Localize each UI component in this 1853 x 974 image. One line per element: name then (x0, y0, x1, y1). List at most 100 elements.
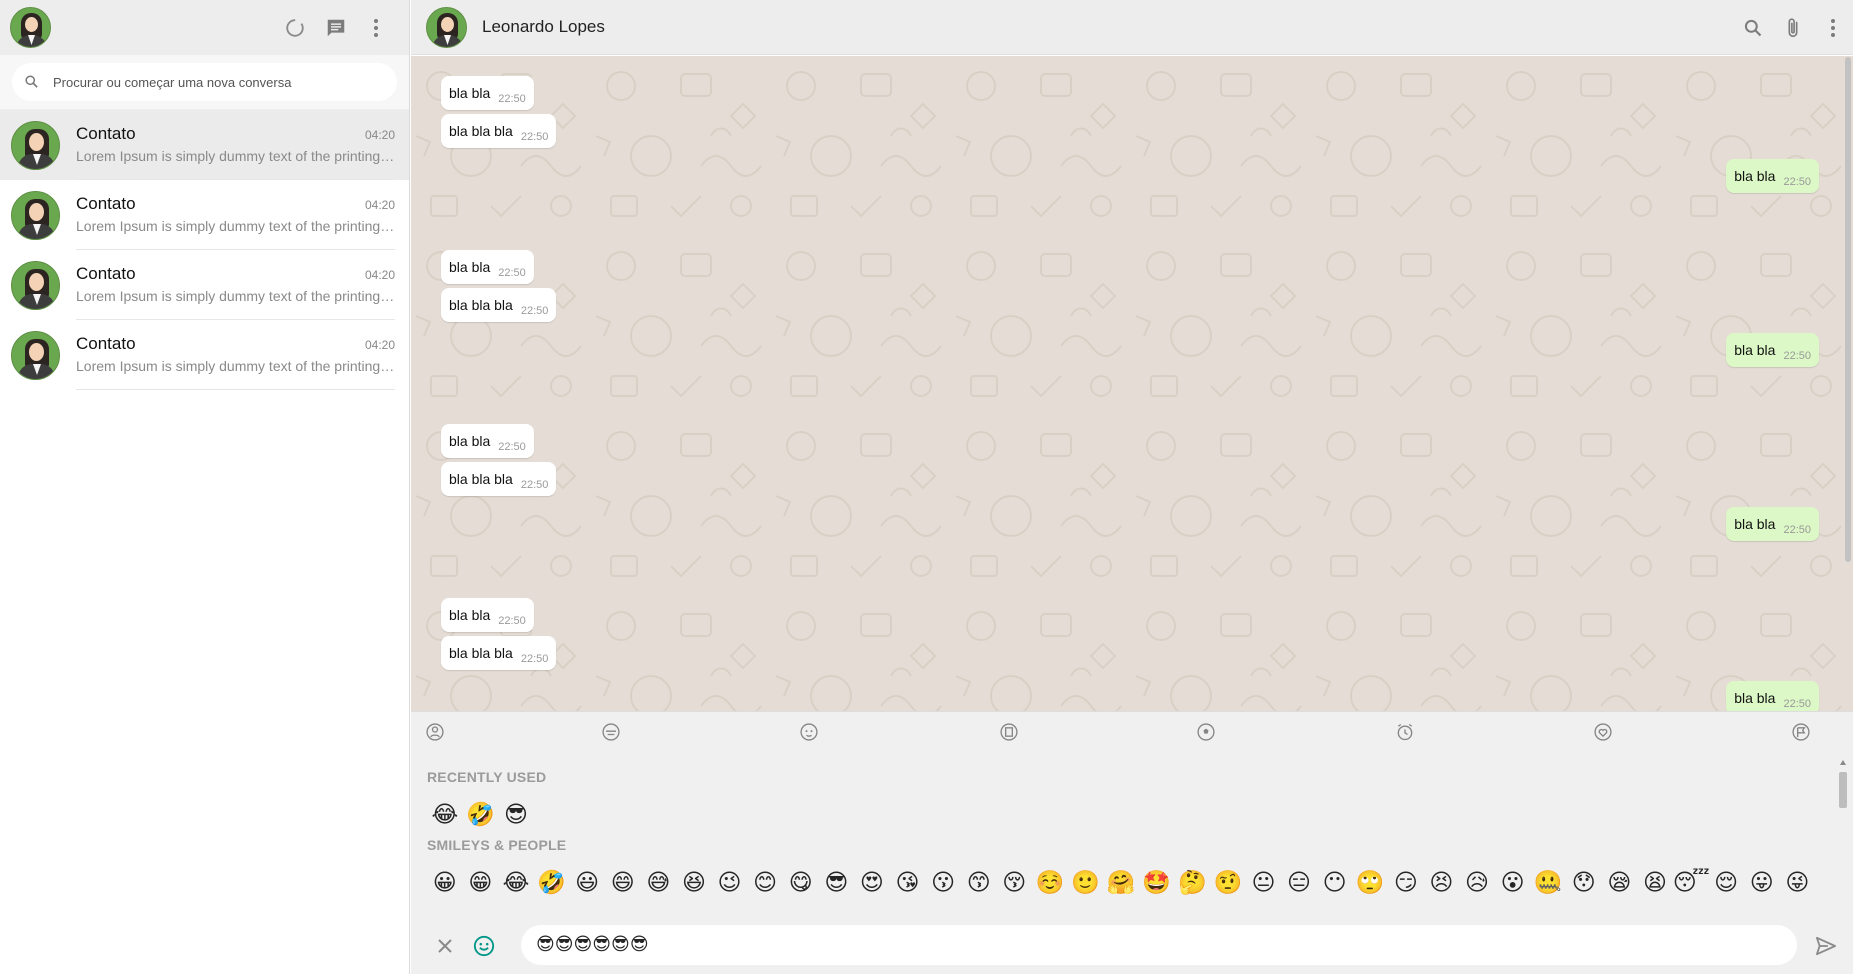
message-input[interactable]: 😎😎😎😎😎😎 (521, 925, 1797, 965)
outgoing-message[interactable]: bla bla 22:50 (1726, 507, 1819, 541)
incoming-message[interactable]: bla bla 22:50 (441, 424, 534, 458)
emoji-item[interactable]: 😜 (1780, 867, 1816, 899)
emoji-item[interactable]: 😊 (747, 867, 783, 899)
emoji-item[interactable]: 🤣 (463, 799, 499, 831)
message-time: 22:50 (1783, 698, 1811, 710)
emoji-item[interactable]: 😗 (925, 867, 961, 899)
emoji-item[interactable]: 🤣 (534, 867, 570, 899)
incoming-message[interactable]: bla bla 22:50 (441, 250, 534, 284)
emoji-icon[interactable] (472, 934, 496, 958)
incoming-message[interactable]: bla bla 22:50 (441, 598, 534, 632)
status-icon[interactable] (283, 16, 307, 40)
emoji-item[interactable]: 😫 (1637, 867, 1673, 899)
emoji-item[interactable]: 😪 (1602, 867, 1638, 899)
emoji-scrollbar[interactable] (1839, 760, 1847, 904)
contact-item[interactable]: Contato 04:20 Lorem Ipsum is simply dumm… (0, 250, 409, 320)
send-icon[interactable] (1814, 934, 1838, 958)
contact-time: 04:20 (364, 198, 395, 212)
search-bar (0, 55, 409, 110)
contact-name: Contato (76, 334, 136, 353)
flags-icon[interactable] (1791, 722, 1811, 742)
contact-name: Contato (76, 124, 136, 143)
emoji-item[interactable]: 😮 (1495, 867, 1531, 899)
menu-icon[interactable] (1821, 16, 1845, 40)
emoji-item[interactable]: 😣 (1424, 867, 1460, 899)
activity-icon[interactable] (1196, 722, 1216, 742)
emoji-item[interactable]: 🙂 (1068, 867, 1104, 899)
outgoing-message[interactable]: bla bla 22:50 (1726, 159, 1819, 193)
emoji-item[interactable]: 😅 (641, 867, 677, 899)
recent-section-title: RECENTLY USED (427, 769, 547, 785)
emoji-item[interactable]: 🤐 (1530, 867, 1566, 899)
emoji-item[interactable]: 😋 (783, 867, 819, 899)
emoji-item[interactable]: 😄 (605, 867, 641, 899)
emoji-item[interactable]: 🤨 (1210, 867, 1246, 899)
contact-item[interactable]: Contato 04:20 Lorem Ipsum is simply dumm… (0, 320, 409, 390)
emoji-item[interactable]: 😙 (961, 867, 997, 899)
emoji-item[interactable]: 🤗 (1103, 867, 1139, 899)
search-input[interactable] (53, 63, 393, 101)
places-icon[interactable] (999, 722, 1019, 742)
emoji-item[interactable]: 😃 (569, 867, 605, 899)
outgoing-message[interactable]: bla bla 22:50 (1726, 681, 1819, 711)
emoji-item[interactable]: 🤩 (1139, 867, 1175, 899)
emoji-item[interactable]: 😑 (1281, 867, 1317, 899)
message-time: 22:50 (1783, 524, 1811, 536)
emoji-item[interactable]: 😏 (1388, 867, 1424, 899)
emoji-item[interactable]: 😀 (427, 867, 463, 899)
emoji-item[interactable]: 😂 (427, 799, 463, 831)
close-icon[interactable] (433, 934, 457, 958)
menu-icon[interactable] (364, 16, 388, 40)
smileys-emoji-row: 😀 😁 😂 🤣 😃 😄 😅 😆 😉 😊 😋 😎 😍 😘 😗 😙 😚 ☺️ 🙂 🤗 🤩 🤔 🤨 😐 😑 😶 🙄 😏 😣 😥 😮 🤐 😯 😪 😫 😴 😌 😛 😜 (427, 867, 1815, 899)
emoji-item[interactable]: 😎 (819, 867, 855, 899)
objects-icon[interactable] (1395, 722, 1415, 742)
emoji-item[interactable]: 😴 (1673, 867, 1710, 899)
emoji-item[interactable]: 😯 (1566, 867, 1602, 899)
new-chat-icon[interactable] (324, 16, 348, 40)
food-icon[interactable] (601, 722, 621, 742)
incoming-message[interactable]: bla bla 22:50 (441, 76, 534, 110)
emoji-item[interactable]: 😥 (1459, 867, 1495, 899)
contact-time: 04:20 (364, 268, 395, 282)
incoming-message[interactable]: bla bla bla 22:50 (441, 288, 557, 322)
contact-preview: Lorem Ipsum is simply dummy text of the … (76, 218, 395, 234)
my-avatar[interactable] (10, 7, 51, 48)
message-text: bla bla (1734, 516, 1776, 532)
message-time: 22:50 (520, 305, 549, 317)
contact-preview: Lorem Ipsum is simply dummy text of the … (76, 148, 395, 164)
contact-item[interactable]: Contato 04:20 Lorem Ipsum is simply dumm… (0, 110, 409, 180)
emoji-item[interactable]: 😛 (1744, 867, 1780, 899)
emoji-item[interactable]: 😌 (1708, 867, 1744, 899)
emoji-item[interactable]: 😶 (1317, 867, 1353, 899)
chat-scrollbar[interactable] (1845, 57, 1851, 562)
symbols-icon[interactable] (1593, 722, 1613, 742)
emoji-item[interactable]: 😚 (997, 867, 1033, 899)
message-text: bla bla (449, 607, 491, 623)
emoji-item[interactable]: 😉 (712, 867, 748, 899)
emoji-item[interactable]: 😁 (463, 867, 499, 899)
emoji-item[interactable]: 😆 (676, 867, 712, 899)
chat-avatar[interactable] (426, 7, 467, 48)
contact-item[interactable]: Contato 04:20 Lorem Ipsum is simply dumm… (0, 180, 409, 250)
chat-title[interactable]: Leonardo Lopes (482, 17, 605, 37)
incoming-message[interactable]: bla bla bla 22:50 (441, 114, 557, 148)
emoji-item[interactable]: 😘 (890, 867, 926, 899)
emoji-item[interactable]: ☺️ (1032, 867, 1068, 899)
search-box[interactable] (12, 63, 397, 101)
search-icon[interactable] (1741, 16, 1765, 40)
people-icon[interactable] (425, 722, 445, 742)
contact-avatar (11, 331, 60, 380)
emoji-item[interactable]: 😍 (854, 867, 890, 899)
nature-icon[interactable] (799, 722, 819, 742)
emoji-item[interactable]: 😐 (1246, 867, 1282, 899)
search-icon (24, 74, 39, 94)
emoji-item[interactable]: 😂 (498, 867, 534, 899)
emoji-item[interactable]: 🙄 (1352, 867, 1388, 899)
outgoing-message[interactable]: bla bla 22:50 (1726, 333, 1819, 367)
emoji-item[interactable]: 😎 (498, 799, 534, 831)
emoji-item[interactable]: 🤔 (1174, 867, 1210, 899)
incoming-message[interactable]: bla bla bla 22:50 (441, 636, 557, 670)
incoming-message[interactable]: bla bla bla 22:50 (441, 462, 557, 496)
message-text: bla bla (449, 433, 491, 449)
attach-icon[interactable] (1781, 16, 1805, 40)
